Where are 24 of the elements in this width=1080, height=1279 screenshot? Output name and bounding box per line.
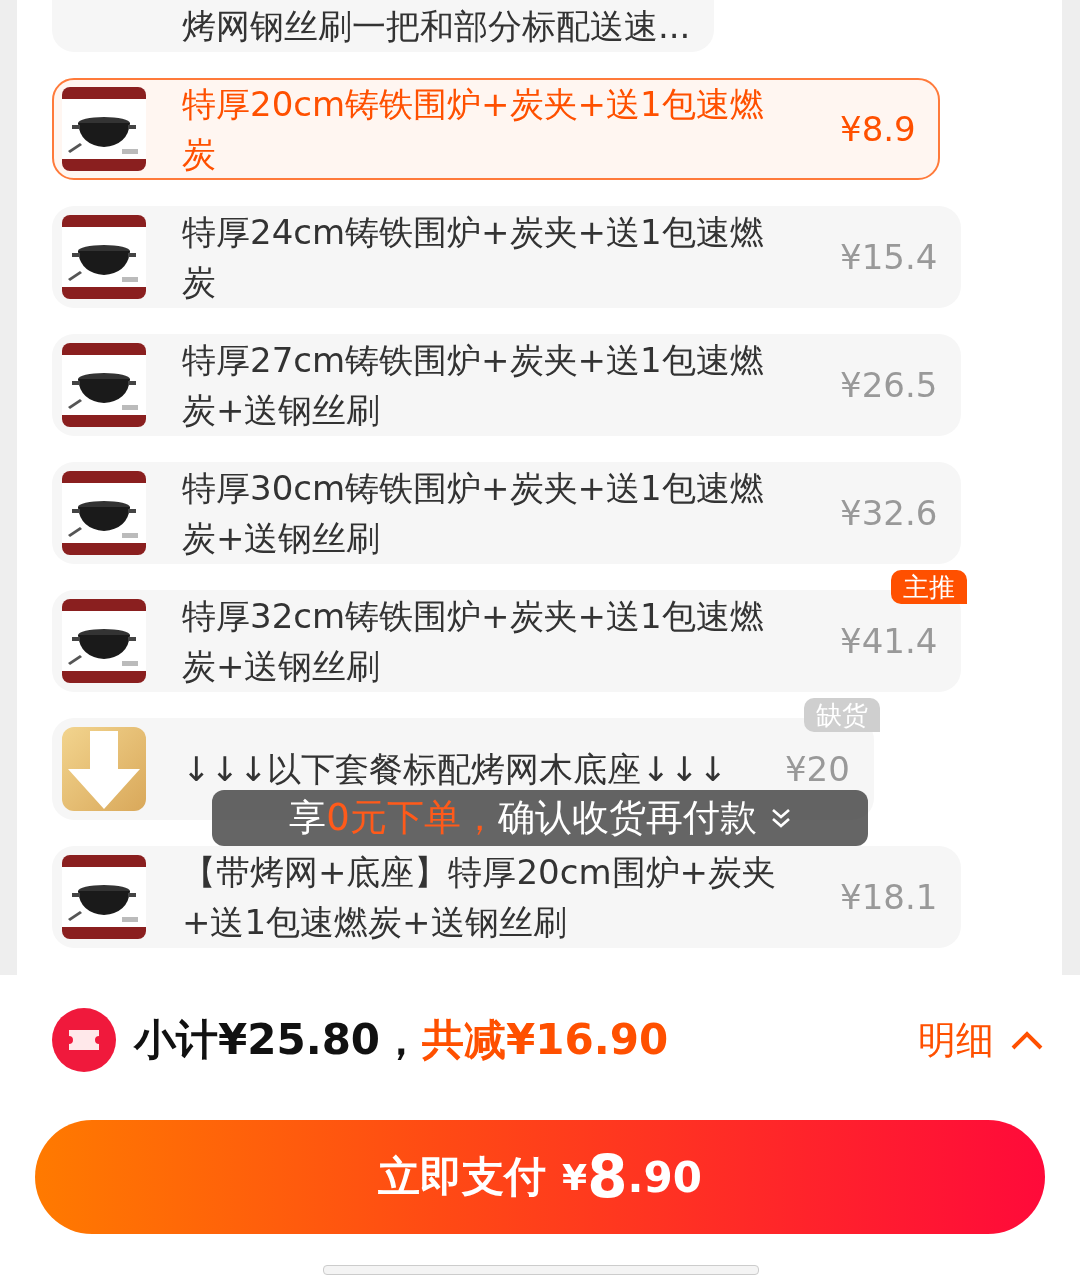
option-name: 特厚30cm铸铁围炉+炭夹+送1包速燃炭+送钢丝刷 (182, 467, 765, 560)
pay-button[interactable]: 立即支付 ¥8.90 (35, 1120, 1045, 1234)
subtotal-text: 小计¥25.80，共减¥16.90 (134, 1014, 670, 1066)
option-price: ¥8.9 (840, 109, 916, 149)
recommend-badge: 主推 (891, 570, 968, 604)
option-price: ¥26.5 (840, 365, 938, 405)
option-card[interactable]: 特厚30cm铸铁围炉+炭夹+送1包速燃炭+送钢丝刷 ¥32.6 (52, 462, 962, 564)
option-name: 特厚20cm铸铁围炉+炭夹+送1包速燃炭 (182, 83, 765, 176)
option-name: 【带烤网+底座】特厚20cm围炉+炭夹+送1包速燃炭+送钢丝刷 (182, 851, 778, 944)
option-price: ¥20 (784, 749, 850, 789)
option-card[interactable]: 特厚24cm铸铁围炉+炭夹+送1包速燃炭 ¥15.4 (52, 206, 962, 308)
option-card[interactable]: 特厚27cm铸铁围炉+炭夹+送1包速燃炭+送钢丝刷 ¥26.5 (52, 334, 962, 436)
option-price: ¥18.1 (840, 877, 938, 917)
option-name: 特厚32cm铸铁围炉+炭夹+送1包速燃炭+送钢丝刷 (182, 595, 765, 688)
option-price: ¥15.4 (840, 237, 938, 277)
option-price: ¥32.6 (840, 493, 938, 533)
option-name: 特厚24cm铸铁围炉+炭夹+送1包速燃炭 (182, 211, 765, 304)
option-card[interactable]: 烤网钢丝刷一把和部分标配送速... (52, 0, 715, 52)
option-price: ¥41.4 (840, 621, 938, 661)
option-name: ↓↓↓以下套餐标配烤网木底座↓↓↓ (182, 748, 727, 791)
option-name: 烤网钢丝刷一把和部分标配送速... (182, 5, 691, 48)
option-name: 特厚27cm铸铁围炉+炭夹+送1包速燃炭+送钢丝刷 (182, 339, 765, 432)
option-card[interactable]: 【带烤网+底座】特厚20cm围炉+炭夹+送1包速燃炭+送钢丝刷 ¥18.1 (52, 846, 962, 948)
promo-tooltip[interactable]: 享0元下单，确认收货再付款 (212, 790, 868, 846)
